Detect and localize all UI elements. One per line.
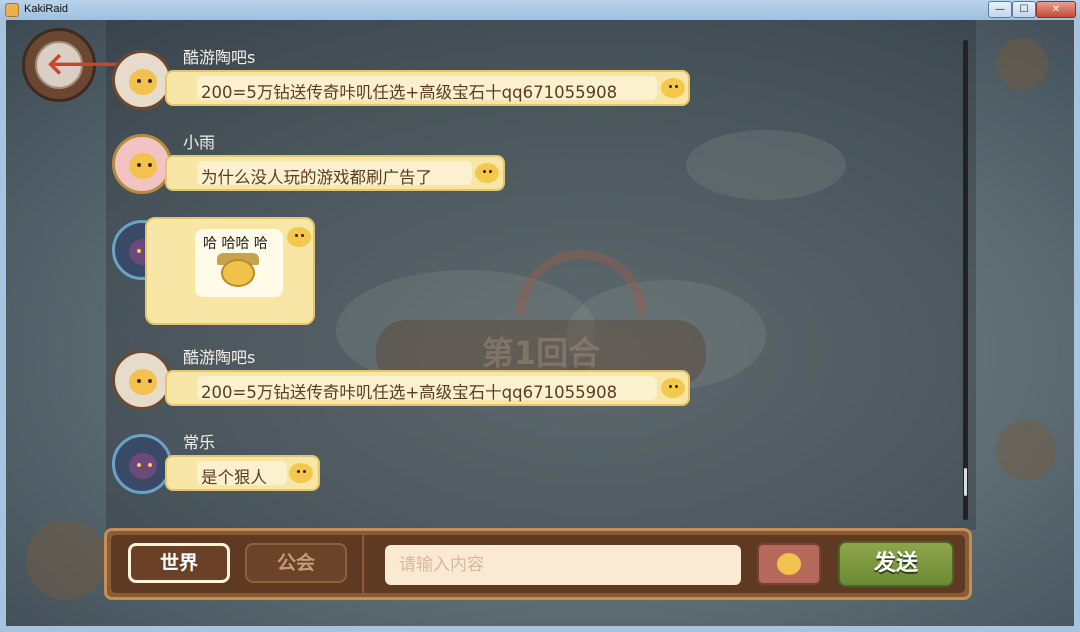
- maximize-button[interactable]: ☐: [1012, 1, 1036, 18]
- close-button[interactable]: ✕: [1036, 1, 1076, 18]
- chick-eye: [675, 85, 678, 88]
- window-titlebar: KakiRaid — ☐ ✕: [0, 0, 1080, 21]
- chick-eye: [301, 234, 304, 237]
- send-button[interactable]: 发送: [838, 541, 954, 587]
- avatar-eye: [137, 379, 141, 383]
- chick-eye: [669, 385, 672, 388]
- chick-eye: [295, 234, 298, 237]
- avatar-cat-icon: [129, 453, 157, 479]
- sticker-text: 哈 哈哈 哈: [203, 236, 268, 252]
- avatar-eye: [137, 463, 141, 467]
- chick-decoration-icon: [475, 163, 499, 183]
- avatar-chick-icon: [129, 69, 157, 95]
- avatar-eye: [148, 463, 152, 467]
- chick-sticker-icon: [777, 553, 801, 575]
- avatar-chick-icon: [129, 153, 157, 179]
- avatar-chick-icon: [129, 369, 157, 395]
- sticker-chick-icon: [221, 259, 255, 287]
- avatar-eye: [148, 79, 152, 83]
- chick-decoration-icon: [661, 78, 685, 98]
- chick-eye: [303, 470, 306, 473]
- app-icon: [5, 3, 19, 17]
- message-text: 为什么没人玩的游戏都刷广告了: [201, 168, 432, 187]
- avatar[interactable]: [112, 434, 172, 494]
- message-text: 200=5万钻送传奇咔叽任选+高级宝石十qq671055908: [201, 383, 618, 402]
- chick-eye: [297, 470, 300, 473]
- chick-decoration-icon: [289, 463, 313, 483]
- sticker-bubble: 哈 哈哈 哈: [145, 217, 315, 325]
- avatar[interactable]: [112, 50, 172, 110]
- avatar[interactable]: [112, 350, 172, 410]
- back-button[interactable]: 🡐: [22, 28, 126, 102]
- background-map-node: [996, 420, 1056, 480]
- tab-world-channel[interactable]: 世界: [128, 543, 230, 583]
- sender-name: 酷游陶吧s: [183, 348, 256, 367]
- chick-eye: [669, 85, 672, 88]
- chat-scrollbar[interactable]: [963, 40, 968, 520]
- chat-message-input[interactable]: [385, 545, 741, 585]
- message-bubble: 200=5万钻送传奇咔叽任选+高级宝石十qq671055908: [165, 370, 690, 406]
- message-text: 是个狠人: [201, 468, 267, 487]
- back-button-face: 🡐: [35, 41, 126, 89]
- chick-decoration-icon: [287, 227, 311, 247]
- chick-eye: [489, 170, 492, 173]
- avatar-eye: [137, 163, 141, 167]
- message-bubble: 是个狠人: [165, 455, 320, 491]
- avatar-eye: [137, 79, 141, 83]
- chick-decoration-icon: [661, 378, 685, 398]
- sticker-image[interactable]: 哈 哈哈 哈: [195, 229, 283, 297]
- chat-scrollbar-thumb[interactable]: [964, 468, 967, 496]
- background-map-node: [26, 520, 106, 600]
- bar-divider: [362, 534, 364, 594]
- sender-name: 酷游陶吧s: [183, 48, 256, 67]
- window-title: KakiRaid: [24, 3, 69, 15]
- message-bubble: 为什么没人玩的游戏都刷广告了: [165, 155, 505, 191]
- chick-eye: [675, 385, 678, 388]
- message-bubble: 200=5万钻送传奇咔叽任选+高级宝石十qq671055908: [165, 70, 690, 106]
- minimize-button[interactable]: —: [988, 1, 1012, 18]
- sender-name: 小雨: [183, 133, 216, 152]
- background-map-node: [996, 38, 1048, 90]
- avatar-eye: [148, 163, 152, 167]
- sender-name: 常乐: [183, 433, 216, 452]
- sticker-picker-button[interactable]: [757, 543, 821, 585]
- avatar[interactable]: [112, 134, 172, 194]
- tab-guild-channel[interactable]: 公会: [245, 543, 347, 583]
- avatar-eye: [137, 249, 141, 253]
- window-frame-bottom: [0, 626, 1080, 632]
- chick-eye: [483, 170, 486, 173]
- avatar-eye: [148, 379, 152, 383]
- window-frame-right: [1074, 20, 1080, 632]
- message-text: 200=5万钻送传奇咔叽任选+高级宝石十qq671055908: [201, 83, 618, 102]
